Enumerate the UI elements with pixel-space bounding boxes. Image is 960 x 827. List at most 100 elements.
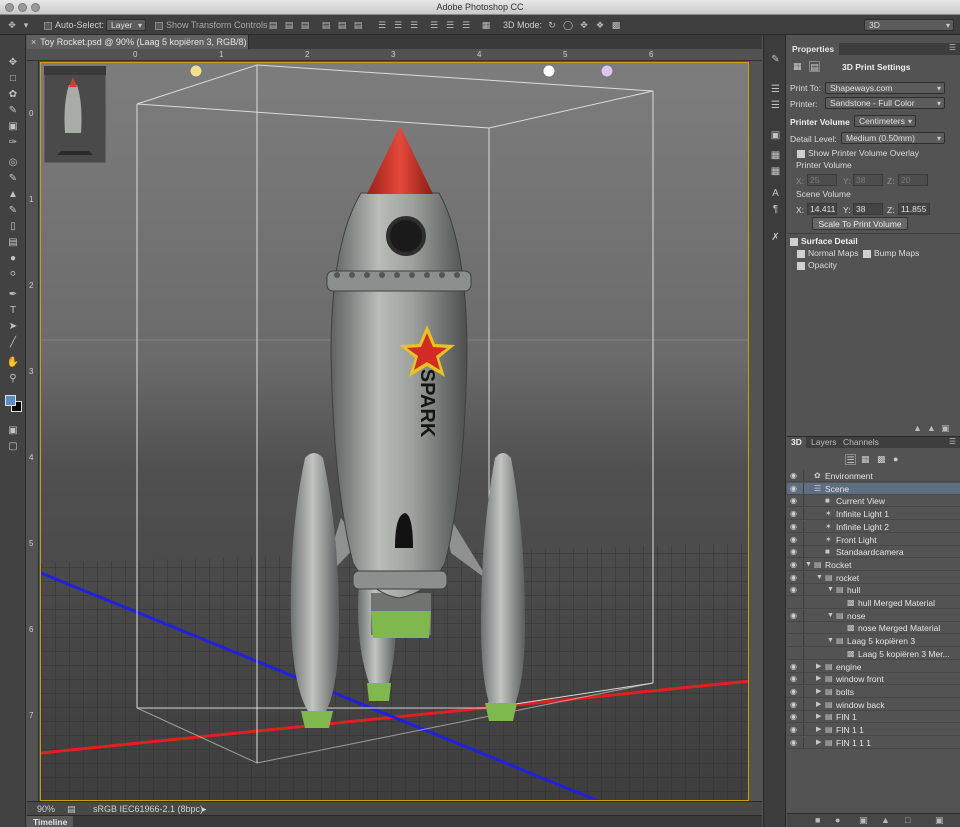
status-icon[interactable]: ▤ [67, 802, 76, 816]
add-object-icon[interactable]: ■ [815, 815, 820, 825]
scene-tree-row[interactable]: ▼ ▤ Laag 5 kopiëren 3 [787, 635, 960, 648]
paragraph-panel-icon[interactable]: ¶ [769, 203, 782, 216]
path-select-tool-icon[interactable]: ➤ [4, 319, 22, 334]
twirl-chevron-icon[interactable]: ▼ [805, 559, 812, 571]
styles-panel-icon[interactable]: ☰ [769, 99, 782, 112]
line-tool-icon[interactable]: ╱ [4, 335, 22, 350]
status-menu-arrow-icon[interactable]: ▸ [202, 802, 207, 816]
print-to-select[interactable]: Shapeways.com [825, 82, 945, 94]
twirl-chevron-icon[interactable]: ▶ [816, 724, 821, 736]
align-top-icon[interactable]: ▤ [267, 19, 279, 31]
scene-volume-z[interactable]: 11.855 [898, 203, 930, 215]
visibility-eye-icon[interactable]: ◉ [790, 737, 800, 749]
twirl-chevron-icon[interactable]: ▶ [816, 673, 821, 685]
scene-tree-row[interactable]: ◉ ☰ Scene [787, 482, 960, 495]
close-window-icon[interactable] [5, 3, 14, 12]
distribute-right-icon[interactable]: ☰ [460, 19, 472, 31]
distribute-hcenter-icon[interactable]: ☰ [444, 19, 456, 31]
visibility-eye-icon[interactable] [790, 597, 800, 609]
visibility-eye-icon[interactable]: ◉ [790, 699, 800, 711]
render-icon[interactable]: ▲ [881, 815, 890, 825]
dodge-tool-icon[interactable]: ⚪ [4, 267, 22, 282]
delete-icon[interactable]: ▣ [935, 815, 944, 826]
canvas[interactable]: SPARK [40, 62, 749, 801]
scene-volume-x[interactable]: 14.411 [807, 203, 837, 215]
tool-presets-panel-icon[interactable]: ✗ [769, 231, 782, 244]
properties-tab[interactable]: Properties [787, 43, 840, 55]
move-tool-icon[interactable]: ✥ [6, 19, 18, 31]
visibility-eye-icon[interactable]: ◉ [790, 711, 800, 723]
show-transform-checkbox[interactable]: Show Transform Controls [155, 19, 268, 31]
twirl-chevron-icon[interactable]: ▼ [827, 610, 834, 622]
document-tab[interactable]: × Toy Rocket.psd @ 90% (Laag 5 kopiëren 3… [27, 35, 249, 61]
rocket-model[interactable]: SPARK [290, 126, 525, 728]
scene-tree-row[interactable]: ◉ ✿ Environment [787, 470, 960, 482]
type-tool-icon[interactable]: T [4, 303, 22, 318]
visibility-eye-icon[interactable]: ◉ [790, 673, 800, 685]
align-right-icon[interactable]: ▤ [352, 19, 364, 31]
delete-icon[interactable]: ▣ [941, 423, 950, 434]
tab-3d[interactable]: 3D [787, 437, 806, 448]
eraser-tool-icon[interactable]: ▯ [4, 219, 22, 234]
swatches-panel-icon[interactable]: ▣ [769, 129, 782, 142]
scale-to-print-volume-button[interactable]: Scale To Print Volume [812, 217, 908, 230]
filter-scene-icon[interactable]: ☰ [845, 454, 856, 465]
visibility-eye-icon[interactable] [790, 635, 800, 647]
filter-meshes-icon[interactable]: ▦ [861, 454, 870, 465]
filter-lights-icon[interactable]: ● [893, 454, 898, 464]
align-hcenter-icon[interactable]: ▤ [336, 19, 348, 31]
twirl-chevron-icon[interactable]: ▼ [827, 635, 834, 647]
visibility-eye-icon[interactable]: ◉ [790, 470, 800, 482]
twirl-chevron-icon[interactable]: ▶ [816, 699, 821, 711]
distribute-left-icon[interactable]: ☰ [428, 19, 440, 31]
eyedropper-tool-icon[interactable]: ✑ [4, 135, 22, 150]
healing-brush-tool-icon[interactable]: ◎ [4, 155, 22, 170]
scene-tree-row[interactable]: ◉ ▶ ▤ window front [787, 673, 960, 686]
tab-layers[interactable]: Layers [807, 437, 841, 448]
clone-stamp-tool-icon[interactable]: ▲ [4, 187, 22, 202]
quick-select-tool-icon[interactable]: ✎ [4, 103, 22, 118]
twirl-chevron-icon[interactable]: ▼ [827, 584, 834, 596]
scene-tree-row[interactable]: ◉ ▼ ▤ nose [787, 609, 960, 622]
panel-menu-icon[interactable]: ☰ [949, 43, 956, 52]
visibility-eye-icon[interactable]: ◉ [790, 686, 800, 698]
zoom-window-icon[interactable] [31, 3, 40, 12]
3d-navigator-thumbnail[interactable] [43, 65, 107, 164]
scene-tree-row[interactable]: ◉ ✶ Front Light [787, 533, 960, 546]
unit-select[interactable]: Centimeters [854, 115, 916, 127]
visibility-eye-icon[interactable]: ◉ [790, 584, 800, 596]
visibility-eye-icon[interactable]: ◉ [790, 495, 800, 507]
brush-tool-icon[interactable]: ✎ [4, 171, 22, 186]
hand-tool-icon[interactable]: ✋ [4, 355, 22, 370]
visibility-eye-icon[interactable]: ◉ [790, 508, 800, 520]
bump-maps-checkbox[interactable]: Bump Maps [863, 248, 919, 258]
align-left-icon[interactable]: ▤ [320, 19, 332, 31]
quick-mask-icon[interactable]: ▣ [4, 423, 22, 438]
zoom-level[interactable]: 90% [37, 802, 55, 816]
distribute-vcenter-icon[interactable]: ☰ [392, 19, 404, 31]
visibility-eye-icon[interactable] [790, 622, 800, 634]
material-icon[interactable]: ▣ [859, 815, 868, 826]
filter-materials-icon[interactable]: ▩ [877, 454, 886, 465]
lasso-tool-icon[interactable]: ✿ [4, 87, 22, 102]
visibility-eye-icon[interactable]: ◉ [790, 483, 800, 495]
libraries-panel-icon[interactable]: ▦ [769, 165, 782, 178]
slide-3d-icon[interactable]: ❖ [594, 19, 606, 31]
auto-align-icon[interactable]: ▦ [480, 19, 492, 31]
history-panel-icon[interactable]: ✎ [769, 53, 782, 66]
tool-preset-chevron-icon[interactable]: ▾ [22, 19, 30, 31]
zoom-tool-icon[interactable]: ⚲ [4, 371, 22, 386]
pen-tool-icon[interactable]: ✒ [4, 287, 22, 302]
scene-tree-row[interactable]: ◉ ▼ ▤ rocket [787, 571, 960, 584]
printer-select[interactable]: Sandstone - Full Color [825, 97, 945, 109]
scene-tree-row[interactable]: ▩ nose Merged Material [787, 622, 960, 635]
scene-tree-row[interactable]: ▩ Laag 5 kopiëren 3 Mer... [787, 647, 960, 660]
scene-tree-row[interactable]: ◉ ▶ ▤ FIN 1 [787, 711, 960, 724]
detail-level-select[interactable]: Medium (0.50mm) [841, 132, 945, 144]
auto-select-target-select[interactable]: Layer [106, 19, 146, 31]
twirl-chevron-icon[interactable]: ▼ [816, 572, 823, 584]
align-bottom-icon[interactable]: ▤ [299, 19, 311, 31]
orbit-3d-icon[interactable]: ↻ [546, 19, 558, 31]
marquee-tool-icon[interactable]: □ [4, 71, 22, 86]
adjustments-panel-icon[interactable]: ☰ [769, 83, 782, 96]
